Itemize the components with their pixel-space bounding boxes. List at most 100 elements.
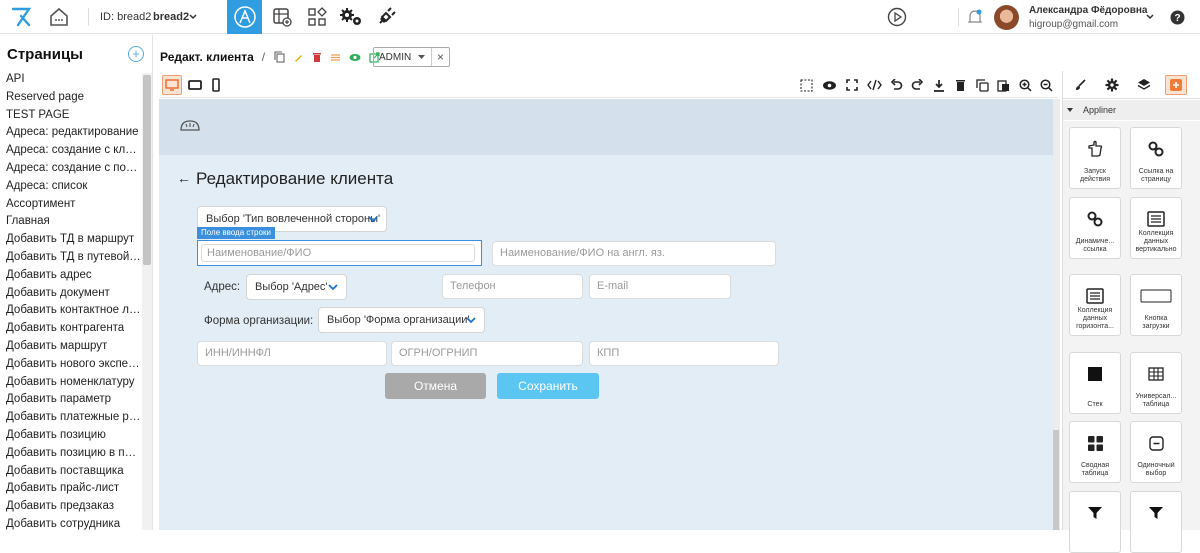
style-brush-icon[interactable] (1069, 75, 1091, 95)
widget-card[interactable]: Универсал... таблица (1130, 352, 1182, 414)
zoom-out-icon[interactable] (1036, 75, 1056, 95)
widget-card[interactable]: Стек (1069, 352, 1121, 414)
page-list-item[interactable]: Добавить контрагента (0, 320, 141, 338)
phone-input[interactable]: Телефон (442, 274, 583, 299)
widget-card[interactable]: Ссылка на страницу (1130, 127, 1182, 189)
kpp-input[interactable]: КПП (589, 341, 779, 366)
tablet-view-icon[interactable] (185, 75, 205, 95)
name-en-input[interactable]: Наименование/ФИО на англ. яз. (492, 241, 776, 266)
page-list-item[interactable]: Добавить нового эксперта (0, 356, 141, 374)
add-page-button[interactable]: + (128, 46, 144, 62)
inn-input[interactable]: ИНН/ИННФЛ (197, 341, 387, 366)
address-select[interactable]: Выбор 'Адрес' (246, 274, 347, 300)
widget-card[interactable]: Сводная таблица (1069, 421, 1121, 483)
table-add-icon[interactable] (270, 0, 294, 34)
page-list-item[interactable]: Добавить документ (0, 285, 141, 303)
page-list-item[interactable]: Добавить поставщика (0, 463, 141, 481)
clear-role-icon[interactable]: × (437, 50, 444, 64)
page-list-item[interactable]: Добавить контактное лицо (0, 302, 141, 320)
paste-icon[interactable] (993, 75, 1013, 95)
layers-icon[interactable] (1133, 75, 1155, 95)
page-list-item[interactable]: Добавить прайс-лист (0, 480, 141, 498)
settings-gear-icon[interactable] (1101, 75, 1123, 95)
notification-icon[interactable] (966, 0, 984, 34)
minus-box-icon (1131, 434, 1181, 452)
page-list-item[interactable]: Добавить адрес (0, 267, 141, 285)
page-list-item[interactable]: Адреса: создание с клиента (0, 142, 141, 160)
eye-icon[interactable] (819, 75, 839, 95)
widget-label: Стек (1087, 401, 1103, 408)
widget-card[interactable]: Запуск действия (1069, 127, 1121, 189)
page-list-item[interactable]: Добавить платежные реквизиты (0, 409, 141, 427)
fullscreen-icon[interactable] (842, 75, 862, 95)
page-list-item[interactable]: Добавить позицию в прайс (0, 445, 141, 463)
widget-card[interactable]: Одиночный выбор (1130, 421, 1182, 483)
editor-canvas[interactable]: ← Редактирование клиента Выбор 'Тип вовл… (159, 99, 1056, 530)
widget-group-header[interactable]: Appliner (1063, 100, 1200, 120)
cancel-button[interactable]: Отмена (385, 373, 486, 399)
page-list-item[interactable]: API (0, 71, 141, 89)
home-icon[interactable] (46, 0, 72, 34)
back-arrow-icon[interactable]: ← (177, 170, 191, 186)
widget-card[interactable]: Кнопка загрузки (1130, 274, 1182, 336)
duplicate-icon[interactable] (972, 75, 992, 95)
page-list-item[interactable]: Добавить сотрудника (0, 516, 141, 534)
widget-card[interactable] (1130, 491, 1182, 553)
preview-icon[interactable] (349, 52, 361, 63)
redo-icon[interactable] (907, 75, 927, 95)
page-list-item[interactable]: Reserved page (0, 89, 141, 107)
page-list-item[interactable]: Адреса: создание с поставщика (0, 160, 141, 178)
code-icon[interactable] (864, 75, 884, 95)
widget-card[interactable] (1069, 491, 1121, 553)
widget-card[interactable]: Коллекция данных горизонта... (1069, 274, 1121, 336)
mobile-view-icon[interactable] (206, 75, 226, 95)
save-button[interactable]: Сохранить (497, 373, 599, 399)
sidebar-scrollbar-thumb[interactable] (143, 75, 151, 265)
builder-icon[interactable] (227, 0, 262, 34)
page-list-item[interactable]: Добавить предзаказ (0, 498, 141, 516)
canvas-scrollbar-thumb[interactable] (1053, 430, 1059, 530)
page-list-item[interactable]: TEST PAGE (0, 107, 141, 125)
page-list-item[interactable]: Главная (0, 213, 141, 231)
undo-icon[interactable] (886, 75, 906, 95)
page-list-item[interactable]: Добавить номенклатуру (0, 374, 141, 392)
chevron-down-icon[interactable] (187, 0, 199, 34)
user-menu-chevron-icon[interactable] (1143, 0, 1157, 34)
avatar[interactable] (993, 0, 1019, 34)
add-widget-icon[interactable] (1165, 75, 1187, 95)
widgets-icon[interactable] (306, 0, 328, 34)
email-input[interactable]: E-mail (589, 274, 731, 299)
widget-card[interactable]: Динамиче... ссылка (1069, 197, 1121, 259)
play-icon[interactable] (885, 0, 909, 34)
copy-icon[interactable] (274, 51, 285, 63)
address-label: Адрес: (204, 281, 241, 293)
gears-icon[interactable] (338, 0, 364, 34)
name-input-wrapper[interactable]: Наименование/ФИО (197, 240, 482, 266)
page-list-item[interactable]: Добавить позицию (0, 427, 141, 445)
list-icon[interactable] (330, 52, 341, 63)
zoom-in-icon[interactable] (1015, 75, 1035, 95)
download-icon[interactable] (929, 75, 949, 95)
edit-icon[interactable] (293, 52, 304, 63)
page-title: Редакт. клиента (160, 50, 254, 64)
page-list-item[interactable]: Добавить маршрут (0, 338, 141, 356)
page-list-item[interactable]: Ассортимент (0, 196, 141, 214)
page-list-item[interactable]: Адреса: редактирование (0, 124, 141, 142)
page-list-item[interactable]: Добавить параметр (0, 391, 141, 409)
ogrn-input[interactable]: ОГРН/ОГРНИП (391, 341, 583, 366)
page-list-item[interactable]: Адреса: список (0, 178, 141, 196)
page-list-item[interactable]: Добавить ТД в путевой лист (0, 249, 141, 267)
appliner-logo-icon[interactable] (8, 0, 34, 34)
project-name[interactable]: bread2 (153, 0, 189, 34)
org-form-select[interactable]: Выбор 'Форма организации' (318, 307, 485, 333)
trash-icon[interactable] (950, 75, 970, 95)
name-input[interactable]: Наименование/ФИО (201, 244, 475, 262)
plugin-icon[interactable] (374, 0, 398, 34)
widget-card[interactable]: Коллекция данных вертикально (1130, 197, 1182, 259)
desktop-view-icon[interactable] (162, 75, 182, 95)
role-select[interactable]: ADMIN × (373, 47, 450, 67)
select-area-icon[interactable] (796, 75, 816, 95)
page-list-item[interactable]: Добавить ТД в маршрут (0, 231, 141, 249)
delete-icon[interactable] (312, 52, 322, 63)
help-icon[interactable]: ? (1168, 0, 1186, 34)
